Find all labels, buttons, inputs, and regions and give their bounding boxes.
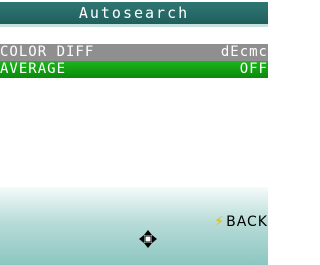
menu-item-label: COLOR DIFF: [0, 44, 95, 60]
page-title: Autosearch: [78, 4, 190, 22]
menu-item-value: OFF: [239, 61, 268, 77]
back-label: BACK: [226, 214, 268, 230]
dpad-icon[interactable]: [139, 230, 157, 248]
menu-item-value: dEcmc: [220, 44, 268, 60]
device-screen: Autosearch COLOR DIFF dEcmc AVERAGE OFF …: [0, 0, 268, 265]
menu-item-label: AVERAGE: [0, 61, 67, 77]
lightning-icon: ⚡: [214, 214, 226, 230]
menu-item-average[interactable]: AVERAGE OFF: [0, 61, 268, 78]
menu-item-color-diff[interactable]: COLOR DIFF dEcmc: [0, 44, 268, 61]
back-button[interactable]: ⚡BACK: [214, 214, 268, 230]
title-bar: Autosearch: [0, 2, 268, 27]
